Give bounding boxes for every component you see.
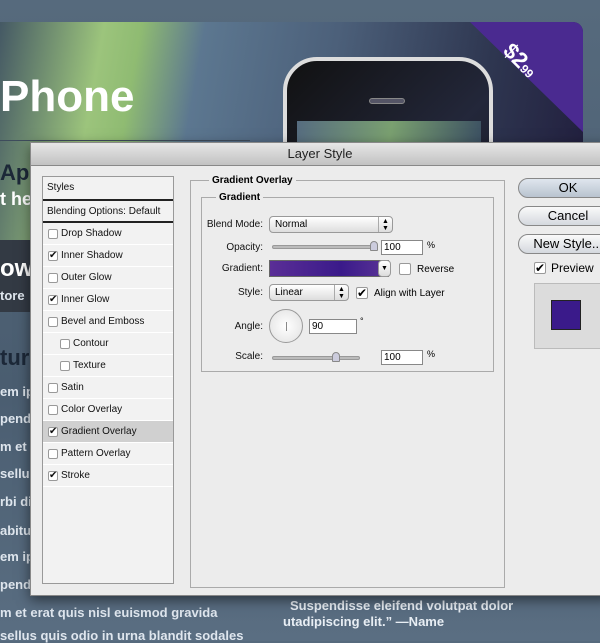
percent-label: % (427, 349, 436, 359)
style-item[interactable]: ✔ Stroke (43, 465, 173, 487)
background-text: pend (0, 411, 32, 426)
stepper-arrows-icon: ▲ ▼ (334, 285, 348, 300)
background-text: tur (0, 345, 30, 370)
gradient-overlay-panel: Gradient Overlay Gradient Blend Mode: No… (190, 175, 505, 588)
background-text: abitu (0, 523, 32, 538)
style-item-label: Bevel and Emboss (61, 316, 145, 327)
background-text: em ip (0, 384, 34, 399)
style-item-label: Pattern Overlay (61, 448, 131, 459)
preview-label: Preview (551, 261, 594, 275)
background-text: sellu (0, 466, 30, 481)
background-text: em ip (0, 549, 34, 564)
style-item[interactable]: Satin (43, 377, 173, 399)
checkbox[interactable]: ✔ (48, 471, 58, 481)
style-item[interactable]: Outer Glow (43, 267, 173, 289)
style-item-label: Gradient Overlay (61, 426, 137, 437)
body-text: m et erat quis nisl euismod gravida (0, 605, 218, 620)
opacity-slider[interactable] (272, 241, 378, 251)
background-text: tore (0, 288, 25, 303)
checkbox[interactable] (48, 449, 58, 459)
style-item-label: Texture (73, 360, 106, 371)
dialog-title[interactable]: Layer Style (31, 143, 600, 166)
background-text: Ap (0, 160, 30, 185)
opacity-input[interactable]: 100 (381, 240, 423, 255)
scale-label: Scale: (235, 351, 263, 362)
background-text: ow (0, 255, 34, 282)
opacity-label: Opacity: (226, 242, 263, 253)
blend-mode-label: Blend Mode: (206, 219, 263, 230)
style-item[interactable]: Pattern Overlay (43, 443, 173, 465)
angle-input[interactable]: 90 (309, 319, 357, 334)
styles-list: Styles Blending Options: Default Drop Sh… (42, 176, 174, 584)
hero-title: Phone (0, 72, 135, 121)
background-text: m et (0, 439, 27, 454)
stepper-arrows-icon: ▲ ▼ (378, 217, 392, 232)
gradient-label: Gradient: (221, 263, 263, 274)
reverse-checkbox[interactable] (399, 263, 411, 275)
style-item[interactable]: Texture (43, 355, 173, 377)
percent-label: % (427, 240, 436, 250)
checkbox[interactable] (60, 339, 70, 349)
style-item-label: Drop Shadow (61, 228, 122, 239)
style-item-label: Inner Glow (61, 294, 110, 305)
checkbox[interactable] (48, 383, 58, 393)
preview-thumbnail (534, 283, 600, 349)
background-text: rbi di (0, 494, 32, 509)
styles-header[interactable]: Styles (43, 177, 173, 201)
degree-label: ° (360, 316, 364, 326)
style-item-label: Stroke (61, 470, 90, 481)
ok-button[interactable]: OK (518, 178, 600, 198)
scale-input[interactable]: 100 (381, 350, 423, 365)
angle-dial[interactable] (269, 309, 303, 343)
quote-text: Suspendisse eleifend volutpat dolor (290, 598, 514, 613)
group-title: Gradient (216, 192, 264, 203)
align-with-layer-checkbox[interactable]: ✔ (356, 287, 368, 299)
checkbox[interactable]: ✔ (48, 251, 58, 261)
gradient-dropdown-icon[interactable]: ▼ (378, 260, 391, 277)
blend-mode-select[interactable]: Normal ▲ ▼ (269, 216, 393, 233)
section-title: Gradient Overlay (209, 175, 296, 186)
style-item[interactable]: ✔ Inner Shadow (43, 245, 173, 267)
align-label: Align with Layer (374, 288, 445, 299)
checkbox[interactable] (48, 273, 58, 283)
style-item-label: Outer Glow (61, 272, 112, 283)
style-item[interactable]: Contour (43, 333, 173, 355)
background-text: pend (0, 577, 32, 592)
slider-thumb[interactable] (370, 241, 378, 251)
angle-label: Angle: (234, 321, 263, 332)
style-item[interactable]: Drop Shadow (43, 223, 173, 245)
style-item-label: Contour (73, 338, 109, 349)
checkbox[interactable]: ✔ (48, 427, 58, 437)
reverse-label: Reverse (417, 264, 455, 275)
preview-swatch (551, 300, 581, 330)
blending-options[interactable]: Blending Options: Default (43, 201, 173, 223)
checkbox[interactable] (48, 405, 58, 415)
style-item-label: Color Overlay (61, 404, 123, 415)
checkbox[interactable] (48, 317, 58, 327)
scale-slider[interactable] (272, 352, 360, 362)
cancel-button[interactable]: Cancel (518, 206, 600, 226)
quote-text: utadipiscing elit.” —Name (283, 614, 445, 629)
style-item[interactable]: Color Overlay (43, 399, 173, 421)
background-text: t he (0, 189, 33, 209)
style-label: Style: (237, 287, 263, 298)
style-item[interactable]: Bevel and Emboss (43, 311, 173, 333)
layer-style-dialog: Layer Style Styles Blending Options: Def… (30, 142, 600, 596)
slider-thumb[interactable] (332, 352, 340, 362)
divider (0, 140, 250, 141)
checkbox[interactable] (48, 229, 58, 239)
style-item[interactable]: ✔ Gradient Overlay (43, 421, 173, 443)
checkbox[interactable] (60, 361, 70, 371)
gradient-group: Gradient Blend Mode: Normal ▲ ▼ Opacity: 1… (201, 192, 494, 372)
new-style-button[interactable]: New Style... (518, 234, 600, 254)
style-item-label: Inner Shadow (61, 250, 123, 261)
style-item[interactable]: ✔ Inner Glow (43, 289, 173, 311)
checkbox[interactable]: ✔ (48, 295, 58, 305)
preview-checkbox[interactable]: ✔ (534, 262, 546, 274)
gradient-swatch[interactable] (269, 260, 389, 277)
style-select[interactable]: Linear ▲ ▼ (269, 284, 349, 301)
style-item-label: Satin (61, 382, 84, 393)
